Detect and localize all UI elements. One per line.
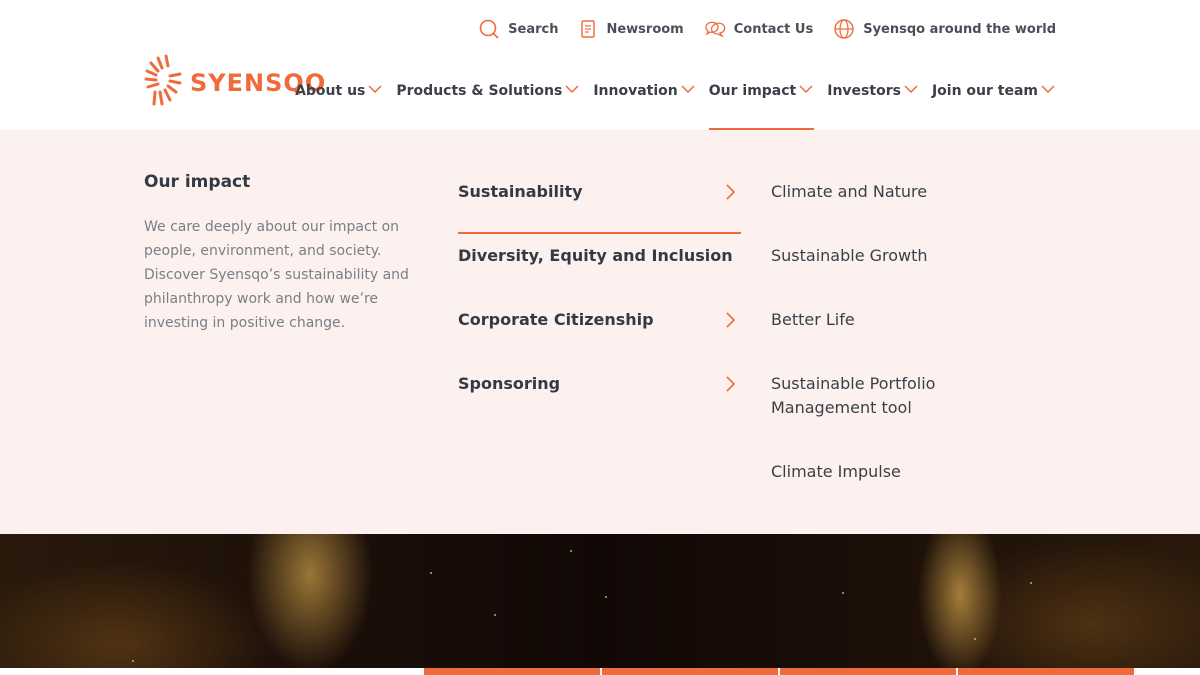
nav-join-our-team[interactable]: Join our team [932, 80, 1056, 102]
nav-innovation[interactable]: Innovation [593, 80, 695, 102]
hero-tab[interactable] [958, 668, 1134, 675]
chevron-down-icon [798, 83, 814, 99]
subitem-sustainable-portfolio-management-tool[interactable]: Sustainable Portfolio Management tool [771, 362, 961, 450]
nav-label: Join our team [931, 83, 1038, 99]
particle [570, 550, 572, 552]
subitem-list: Climate and Nature Sustainable Growth Be… [771, 170, 1031, 514]
hero-tab[interactable] [780, 668, 956, 675]
nav-label: About us [295, 83, 366, 99]
chevron-down-icon [903, 83, 919, 99]
particle [842, 592, 844, 594]
nav-about-us[interactable]: About us [295, 80, 383, 102]
mega-menu-panel: Our impact We care deeply about our impa… [0, 130, 1200, 534]
chevron-right-icon [723, 374, 737, 398]
nav-investors[interactable]: Investors [827, 80, 919, 102]
search-icon [478, 18, 500, 40]
menu-title: Our impact [144, 172, 251, 192]
nav-label: Products & Solutions [396, 83, 563, 99]
newsroom-icon [578, 19, 598, 39]
nav-label: Our impact [708, 83, 797, 99]
particle [494, 614, 496, 616]
chevron-down-icon [1040, 83, 1056, 99]
category-label: Sponsoring [458, 374, 561, 393]
subitem-better-life[interactable]: Better Life [771, 298, 1031, 362]
particle [605, 596, 607, 598]
hero-tab[interactable] [602, 668, 778, 675]
particle [132, 660, 134, 662]
hero-tab-strip [424, 668, 1134, 675]
search-label: Search [508, 21, 559, 37]
nav-label: Innovation [593, 83, 678, 99]
menu-description: We care deeply about our impact on peopl… [144, 219, 409, 331]
category-label: Corporate Citizenship [458, 310, 654, 329]
chevron-down-icon [680, 83, 696, 99]
particle [1030, 582, 1032, 584]
around-the-world-link[interactable]: Syensqo around the world [833, 18, 1056, 40]
category-label: Sustainability [458, 182, 583, 201]
contact-us-label: Contact Us [733, 21, 814, 37]
main-nav: About us Products & Solutions Innovation… [295, 80, 1056, 130]
subitem-climate-impulse[interactable]: Climate Impulse [771, 450, 1031, 514]
subitem-climate-and-nature[interactable]: Climate and Nature [771, 170, 1031, 234]
hero-tab[interactable] [424, 668, 600, 675]
syensqo-sunburst-icon [144, 52, 182, 114]
particle [430, 572, 432, 574]
nav-products-solutions[interactable]: Products & Solutions [396, 80, 580, 102]
search-link[interactable]: Search [478, 18, 558, 40]
chevron-right-icon [723, 310, 737, 334]
category-label: Diversity, Equity and Inclusion [458, 246, 733, 265]
category-sponsoring[interactable]: Sponsoring [458, 362, 741, 426]
newsroom-link[interactable]: Newsroom [578, 19, 684, 39]
globe-icon [833, 18, 855, 40]
category-list: Sustainability Diversity, Equity and Inc… [458, 170, 741, 426]
chevron-down-icon [367, 83, 383, 99]
site-header: Search Newsroom Contact Us Syensqo aroun… [0, 0, 1200, 130]
category-diversity-equity-inclusion[interactable]: Diversity, Equity and Inclusion [458, 234, 741, 298]
hero-image [0, 534, 1200, 668]
chevron-down-icon [564, 83, 580, 99]
subitem-sustainable-growth[interactable]: Sustainable Growth [771, 234, 1031, 298]
nav-our-impact[interactable]: Our impact [708, 80, 815, 130]
particle [974, 638, 976, 640]
category-sustainability[interactable]: Sustainability [458, 170, 741, 234]
chat-icon [704, 19, 726, 39]
chevron-right-icon [723, 182, 737, 206]
nav-label: Investors [827, 83, 901, 99]
contact-us-link[interactable]: Contact Us [704, 19, 813, 39]
around-the-world-label: Syensqo around the world [863, 21, 1056, 37]
category-corporate-citizenship[interactable]: Corporate Citizenship [458, 298, 741, 362]
utility-bar: Search Newsroom Contact Us Syensqo aroun… [478, 18, 1056, 40]
newsroom-label: Newsroom [606, 21, 684, 37]
